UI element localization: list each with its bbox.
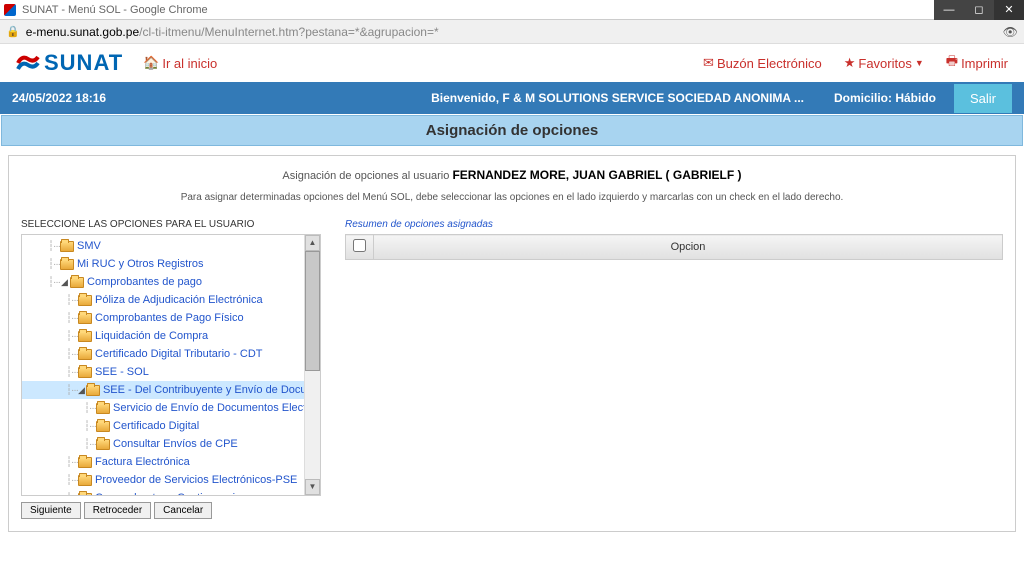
tree-item-label: Proveedor de Servicios Electrónicos-PSE	[95, 474, 297, 486]
retroceder-button[interactable]: Retroceder	[84, 502, 151, 519]
window-title: SUNAT - Menú SOL - Google Chrome	[22, 4, 208, 16]
salir-button[interactable]: Salir	[954, 84, 1012, 113]
cancelar-button[interactable]: Cancelar	[154, 502, 212, 519]
tree-scrollbar[interactable]: ▲ ▼	[304, 235, 320, 495]
tree-item[interactable]: ┆···Certificado Digital	[22, 417, 304, 435]
imprimir-link[interactable]: 🖶 Imprimir	[946, 52, 1008, 74]
window-minimize-button[interactable]: —	[934, 0, 964, 20]
folder-icon	[78, 313, 92, 324]
folder-icon	[78, 331, 92, 342]
favoritos-label: Favoritos	[858, 56, 911, 71]
tree-item[interactable]: ┆···Mi RUC y Otros Registros	[22, 255, 304, 273]
tree-item[interactable]: ┆···Consultar Envíos de CPE	[22, 435, 304, 453]
scroll-up-button[interactable]: ▲	[305, 235, 320, 251]
select-all-checkbox[interactable]	[353, 239, 366, 252]
sunat-logo: SUNAT	[16, 50, 123, 76]
tree-item[interactable]: ┆···Comprobantes de Pago Físico	[22, 309, 304, 327]
welcome-user: Bienvenido, F & M SOLUTIONS SERVICE SOCI…	[431, 91, 804, 105]
collapse-icon[interactable]: ◢	[60, 278, 69, 287]
folder-icon	[78, 367, 92, 378]
tree-item[interactable]: ┆···Factura Electrónica	[22, 453, 304, 471]
tree-item-label: SEE - SOL	[95, 366, 149, 378]
tree-item[interactable]: ┆···Póliza de Adjudicación Electrónica	[22, 291, 304, 309]
buzon-label: Buzón Electrónico	[717, 56, 822, 71]
print-icon: 🖶	[946, 52, 958, 74]
folder-icon	[78, 349, 92, 360]
tree-item-label: Certificado Digital	[113, 420, 199, 432]
star-icon: ★	[844, 55, 856, 71]
buzon-link[interactable]: ✉ Buzón Electrónico	[703, 55, 822, 71]
right-col-title: Resumen de opciones asignadas	[345, 219, 1003, 230]
tree-item[interactable]: ┆···◢Comprobantes de pago	[22, 273, 304, 291]
domicilio-label: Domicilio: Hábido	[834, 91, 936, 105]
browser-urlbar: 🔒 e-menu.sunat.gob.pe/cl-ti-itmenu/MenuI…	[0, 20, 1024, 44]
tree-item[interactable]: ┆···SEE - SOL	[22, 363, 304, 381]
sunat-logo-icon	[16, 51, 40, 75]
tree-item-label: SEE - Del Contribuyente y Envío de Docum…	[103, 384, 304, 396]
tree-item-label: Servicio de Envío de Documentos Electrón…	[113, 402, 304, 414]
assign-user: FERNANDEZ MORE, JUAN GABRIEL ( GABRIELF …	[452, 168, 741, 182]
folder-icon	[96, 439, 110, 450]
folder-icon	[96, 421, 110, 432]
favoritos-link[interactable]: ★ Favoritos ▼	[844, 55, 924, 71]
tree-item-label: Mi RUC y Otros Registros	[77, 258, 204, 270]
window-maximize-button[interactable]: ◻	[964, 0, 994, 20]
window-titlebar: SUNAT - Menú SOL - Google Chrome — ◻ ✕	[0, 0, 1024, 20]
left-col-title: SELECCIONE LAS OPCIONES PARA EL USUARIO	[21, 219, 321, 230]
folder-icon	[78, 475, 92, 486]
tree-item-label: Factura Electrónica	[95, 456, 190, 468]
tree-item-label: Póliza de Adjudicación Electrónica	[95, 294, 263, 306]
tree-item-label: Certificado Digital Tributario - CDT	[95, 348, 263, 360]
folder-icon	[86, 385, 100, 396]
tree-item-label: Comprobantes - Contingencia	[95, 492, 241, 495]
content-box: Asignación de opciones al usuario FERNAN…	[8, 155, 1016, 532]
visibility-icon[interactable]: 👁	[1003, 25, 1018, 39]
sunat-header: SUNAT 🏠 Ir al inicio ✉ Buzón Electrónico…	[0, 44, 1024, 82]
app-icon	[4, 4, 16, 16]
tree-item[interactable]: ┆···Liquidación de Compra	[22, 327, 304, 345]
lock-icon: 🔒	[6, 25, 20, 38]
tree-item[interactable]: ┆···Certificado Digital Tributario - CDT	[22, 345, 304, 363]
assigned-options-table: Opcion	[345, 234, 1003, 260]
folder-icon	[78, 457, 92, 468]
opcion-header: Opcion	[374, 235, 1003, 260]
folder-icon	[70, 277, 84, 288]
tree-item[interactable]: ┆···Proveedor de Servicios Electrónicos-…	[22, 471, 304, 489]
folder-icon	[78, 493, 92, 496]
url-display[interactable]: e-menu.sunat.gob.pe/cl-ti-itmenu/MenuInt…	[26, 25, 439, 39]
datetime-label: 24/05/2022 18:16	[12, 91, 106, 105]
collapse-icon[interactable]: ◢	[78, 386, 85, 395]
tree-item[interactable]: ┆···SMV	[22, 237, 304, 255]
section-header: Asignación de opciones	[1, 115, 1023, 146]
welcome-bar: 24/05/2022 18:16 Bienvenido, F & M SOLUT…	[0, 82, 1024, 114]
folder-icon	[60, 241, 74, 252]
window-close-button[interactable]: ✕	[994, 0, 1024, 20]
imprimir-label: Imprimir	[961, 56, 1008, 71]
assign-hint: Para asignar determinadas opciones del M…	[21, 192, 1003, 203]
chevron-down-icon: ▼	[915, 58, 924, 68]
assign-title: Asignación de opciones al usuario FERNAN…	[21, 168, 1003, 182]
tree-item[interactable]: ┆···Comprobantes - Contingencia	[22, 489, 304, 495]
tree-item-label: Comprobantes de Pago Físico	[95, 312, 244, 324]
folder-icon	[78, 295, 92, 306]
scroll-down-button[interactable]: ▼	[305, 479, 320, 495]
tree-item-label: Liquidación de Compra	[95, 330, 208, 342]
tree-item-label: Comprobantes de pago	[87, 276, 202, 288]
tree-item[interactable]: ┆···◢SEE - Del Contribuyente y Envío de …	[22, 381, 304, 399]
options-tree: ┆···SMV┆···Mi RUC y Otros Registros ┆···◢…	[21, 234, 321, 496]
folder-icon	[96, 403, 110, 414]
home-icon: 🏠	[143, 55, 159, 71]
tree-item-label: SMV	[77, 240, 101, 252]
mail-icon: ✉	[703, 55, 714, 71]
logo-text: SUNAT	[44, 50, 123, 76]
siguiente-button[interactable]: Siguiente	[21, 502, 81, 519]
folder-icon	[60, 259, 74, 270]
scroll-thumb[interactable]	[305, 251, 320, 371]
tree-item[interactable]: ┆···Servicio de Envío de Documentos Elec…	[22, 399, 304, 417]
home-link[interactable]: 🏠 Ir al inicio	[143, 55, 217, 71]
tree-item-label: Consultar Envíos de CPE	[113, 438, 238, 450]
home-label: Ir al inicio	[162, 56, 217, 71]
